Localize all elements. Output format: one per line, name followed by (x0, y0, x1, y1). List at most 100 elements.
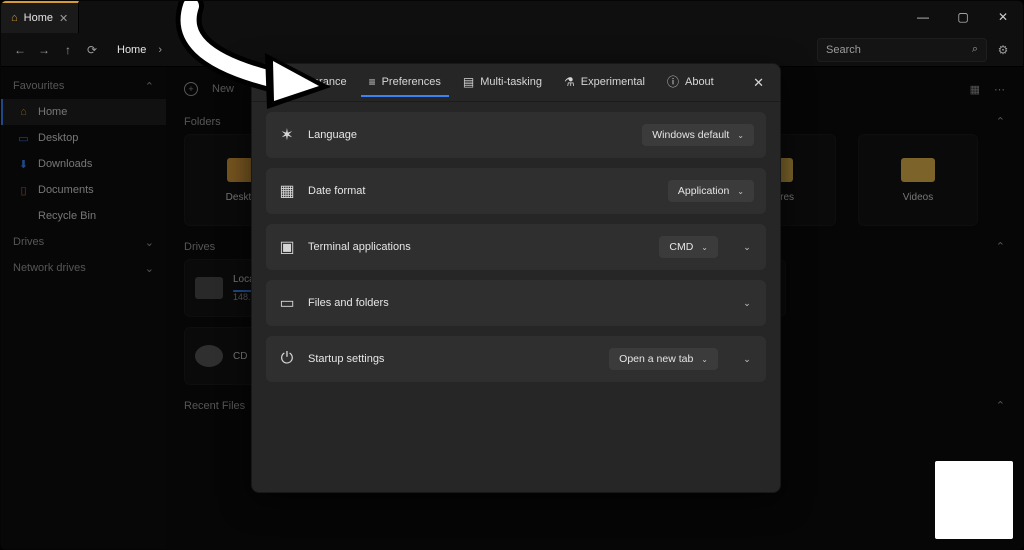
settings-modal: ◑ Appearance ≡ Preferences ▤ Multi-taski… (251, 63, 781, 493)
tab-experimental[interactable]: ⚗ Experimental (556, 69, 653, 97)
chevron-down-icon: ⌄ (701, 243, 708, 252)
select-value: Windows default (652, 129, 729, 141)
sidebar-network-label: Network drives (13, 262, 86, 274)
home-icon: ⌂ (17, 106, 30, 118)
row-expand-icon[interactable]: ⌄ (740, 298, 754, 309)
sliders-icon: ≡ (369, 75, 376, 89)
setting-row-files[interactable]: ▭ Files and folders ⌄ (266, 280, 766, 326)
tab-label: Experimental (581, 76, 645, 88)
tab-label: About (685, 76, 714, 88)
terminal-icon: ▣ (278, 237, 296, 257)
calendar-icon: ▦ (278, 181, 296, 201)
document-icon: ▯ (17, 184, 30, 197)
chevron-up-icon[interactable]: ⌃ (996, 115, 1005, 128)
nav-refresh-icon[interactable]: ⟳ (85, 43, 99, 57)
folder-icon (901, 158, 935, 182)
sidebar-item-label: Recycle Bin (38, 210, 96, 222)
breadcrumb-sep: › (158, 44, 162, 56)
more-menu-icon[interactable]: ⋯ (994, 83, 1005, 96)
startup-select[interactable]: Open a new tab ⌄ (609, 348, 718, 370)
sidebar-item-label: Downloads (38, 158, 92, 170)
toolbar: ← → ↑ ⟳ Home › Search ⌕ ⚙ (1, 33, 1023, 67)
download-icon: ⬇ (17, 158, 30, 171)
nav-back-icon[interactable]: ← (13, 43, 27, 57)
language-select[interactable]: Windows default ⌄ (642, 124, 754, 146)
section-drives-label: Drives (184, 241, 215, 253)
search-placeholder: Search (826, 44, 861, 56)
settings-tabs: ◑ Appearance ≡ Preferences ▤ Multi-taski… (252, 64, 780, 102)
sidebar-favourites-label: Favourites (13, 80, 64, 92)
search-icon[interactable]: ⌕ (972, 43, 978, 56)
tab-close-icon[interactable]: ✕ (59, 12, 68, 25)
row-expand-icon[interactable]: ⌄ (740, 354, 754, 365)
new-add-icon[interactable]: + (184, 82, 198, 96)
section-recent-label: Recent Files (184, 400, 245, 412)
folder-card[interactable]: Videos (858, 134, 978, 226)
chevron-up-icon[interactable]: ⌃ (996, 240, 1005, 253)
flask-icon: ⚗ (564, 75, 575, 89)
cd-drive-icon (195, 345, 223, 367)
overlay-watermark (935, 461, 1013, 539)
search-input[interactable]: Search ⌕ (817, 38, 987, 62)
folder-label: Videos (903, 192, 933, 203)
sidebar: Favourites ⌃ ⌂ Home ▭ Desktop ⬇ Download… (1, 67, 166, 549)
sidebar-item-desktop[interactable]: ▭ Desktop (1, 125, 166, 151)
tab-label: Appearance (287, 76, 346, 88)
section-folders-label: Folders (184, 116, 221, 128)
setting-row-date[interactable]: ▦ Date format Application ⌄ (266, 168, 766, 214)
window-tab-home[interactable]: ⌂ Home ✕ (1, 1, 79, 33)
new-button[interactable]: New (212, 83, 234, 95)
chevron-down-icon: ⌄ (145, 236, 154, 249)
breadcrumb-item[interactable]: Home (111, 40, 152, 60)
settings-gear-icon[interactable]: ⚙ (995, 43, 1023, 57)
sidebar-item-downloads[interactable]: ⬇ Downloads (1, 151, 166, 177)
setting-label: Startup settings (308, 353, 384, 365)
window-maximize[interactable]: ▢ (943, 10, 983, 24)
power-icon: ⏻ (278, 350, 296, 368)
terminal-select[interactable]: CMD ⌄ (659, 236, 718, 258)
sidebar-item-label: Desktop (38, 132, 78, 144)
window-minimize[interactable]: — (903, 10, 943, 24)
sidebar-item-label: Documents (38, 184, 94, 196)
sidebar-section-network[interactable]: Network drives ⌄ (1, 255, 166, 281)
select-value: Open a new tab (619, 353, 693, 365)
tab-multitasking[interactable]: ▤ Multi-tasking (455, 69, 550, 97)
drive-icon (195, 277, 223, 299)
settings-body: ✶ Language Windows default ⌄ ▦ Date form… (252, 102, 780, 392)
setting-row-language[interactable]: ✶ Language Windows default ⌄ (266, 112, 766, 158)
nav-up-icon[interactable]: ↑ (61, 43, 75, 57)
date-format-select[interactable]: Application ⌄ (668, 180, 754, 202)
tab-title: Home (24, 12, 53, 24)
chevron-down-icon: ⌄ (145, 262, 154, 275)
setting-label: Files and folders (308, 297, 389, 309)
window-close[interactable]: ✕ (983, 10, 1023, 24)
home-icon: ⌂ (11, 12, 18, 24)
sidebar-item-documents[interactable]: ▯ Documents (1, 177, 166, 203)
select-value: Application (678, 185, 729, 197)
info-icon: ⓘ (667, 73, 679, 90)
setting-row-terminal[interactable]: ▣ Terminal applications CMD ⌄ ⌄ (266, 224, 766, 270)
setting-row-startup[interactable]: ⏻ Startup settings Open a new tab ⌄ ⌄ (266, 336, 766, 382)
chevron-down-icon: ⌄ (701, 355, 708, 364)
modal-close-icon[interactable]: ✕ (747, 71, 770, 95)
sidebar-drives-label: Drives (13, 236, 44, 248)
setting-label: Language (308, 129, 357, 141)
chevron-up-icon[interactable]: ⌃ (996, 399, 1005, 412)
tab-label: Preferences (382, 76, 441, 88)
tab-label: Multi-tasking (480, 76, 542, 88)
setting-label: Terminal applications (308, 241, 411, 253)
breadcrumb[interactable]: Home › (111, 40, 817, 60)
layout-toggle-icon[interactable]: ▦ (970, 83, 980, 96)
title-bar: ⌂ Home ✕ — ▢ ✕ (1, 1, 1023, 33)
tab-appearance[interactable]: ◑ Appearance (266, 69, 355, 97)
tab-preferences[interactable]: ≡ Preferences (361, 69, 449, 97)
row-expand-icon[interactable]: ⌄ (740, 242, 754, 253)
sidebar-item-recycle[interactable]: Recycle Bin (1, 203, 166, 229)
nav-forward-icon[interactable]: → (37, 43, 51, 57)
folder-icon: ▭ (278, 293, 296, 313)
sidebar-item-home[interactable]: ⌂ Home (1, 99, 166, 125)
sidebar-section-drives[interactable]: Drives ⌄ (1, 229, 166, 255)
language-icon: ✶ (278, 125, 296, 145)
sidebar-section-favourites[interactable]: Favourites ⌃ (1, 73, 166, 99)
tab-about[interactable]: ⓘ About (659, 67, 722, 98)
